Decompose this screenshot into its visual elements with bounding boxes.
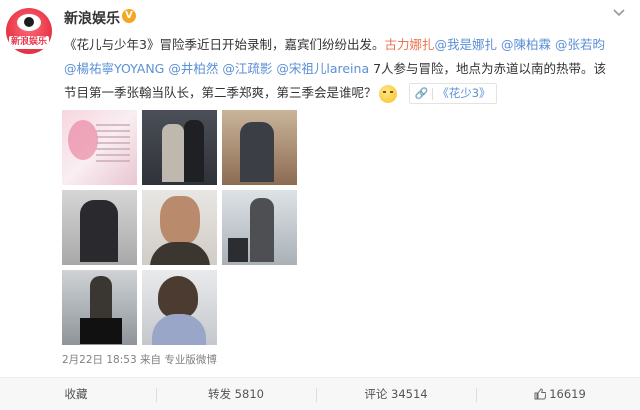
avatar-label: 新浪娱乐 (9, 36, 49, 49)
post-source[interactable]: 来自 专业版微博 (140, 354, 217, 366)
verified-badge-icon: V (122, 9, 136, 23)
sina-eye-logo-icon (17, 14, 41, 31)
post-body: 《花儿与少年3》冒险季近日开始录制，嘉宾们纷纷出发。古力娜扎@我是娜扎 @陳柏霖… (64, 33, 634, 105)
topic-tag[interactable]: 🔗 《花少3》 (408, 83, 497, 104)
weibo-post-card: 新浪娱乐 新浪娱乐 V 《花儿与少年3》冒险季近日开始录制，嘉宾们纷纷出发。古力… (0, 0, 640, 410)
photo-thumbnail[interactable] (142, 190, 217, 265)
mention-link[interactable]: 古力娜扎 (384, 37, 434, 52)
photo-thumbnail[interactable] (222, 110, 297, 185)
post-meta: 2月22日 18:53 来自 专业版微博 (62, 352, 217, 367)
chevron-down-icon[interactable] (612, 8, 626, 18)
comment-button[interactable]: 评论 34514 (320, 378, 472, 410)
divider (316, 388, 317, 402)
photo-thumbnail[interactable] (62, 270, 137, 345)
thumbs-up-icon (534, 388, 547, 400)
mention-link[interactable]: @井柏然 (168, 61, 218, 76)
username[interactable]: 新浪娱乐 (64, 8, 120, 28)
favorite-button[interactable]: 收藏 (0, 378, 152, 410)
action-bar: 收藏 转发 5810 评论 34514 16619 (0, 377, 640, 410)
divider (432, 87, 434, 100)
photo-thumbnail[interactable] (62, 190, 137, 265)
post-text-end: 节目第一季张翰当队长，第二季郑爽，第三季会是谁呢？ (64, 85, 377, 100)
mention-link[interactable]: @楊祐寧YOYANG (64, 61, 164, 76)
mention-link[interactable]: @我是娜扎 (434, 37, 497, 52)
thinking-emoji-icon (378, 84, 397, 103)
photo-thumbnail[interactable] (62, 110, 137, 185)
like-count: 16619 (549, 387, 586, 401)
photo-thumbnail[interactable] (142, 110, 217, 185)
post-text-middle: 7人参与冒险，地点为赤道以南的热带。该 (373, 61, 607, 76)
photo-thumbnail[interactable] (222, 190, 297, 265)
photo-thumbnail[interactable] (142, 270, 217, 345)
post-text-intro: 《花儿与少年3》冒险季近日开始录制，嘉宾们纷纷出发。 (64, 37, 385, 52)
mention-link[interactable]: @陳柏霖 (501, 37, 551, 52)
avatar[interactable]: 新浪娱乐 (6, 8, 52, 54)
timestamp[interactable]: 2月22日 18:53 (62, 354, 137, 366)
mention-link[interactable]: @江疏影 (222, 61, 272, 76)
topic-tag-label: 《花少3》 (437, 86, 491, 100)
link-icon: 🔗 (414, 87, 429, 100)
repost-button[interactable]: 转发 5810 (160, 378, 312, 410)
divider (156, 388, 157, 402)
mention-link[interactable]: @宋祖儿lareina (276, 61, 369, 76)
like-button[interactable]: 16619 (480, 378, 640, 410)
mention-link[interactable]: @张若昀 (555, 37, 605, 52)
divider (476, 388, 477, 402)
